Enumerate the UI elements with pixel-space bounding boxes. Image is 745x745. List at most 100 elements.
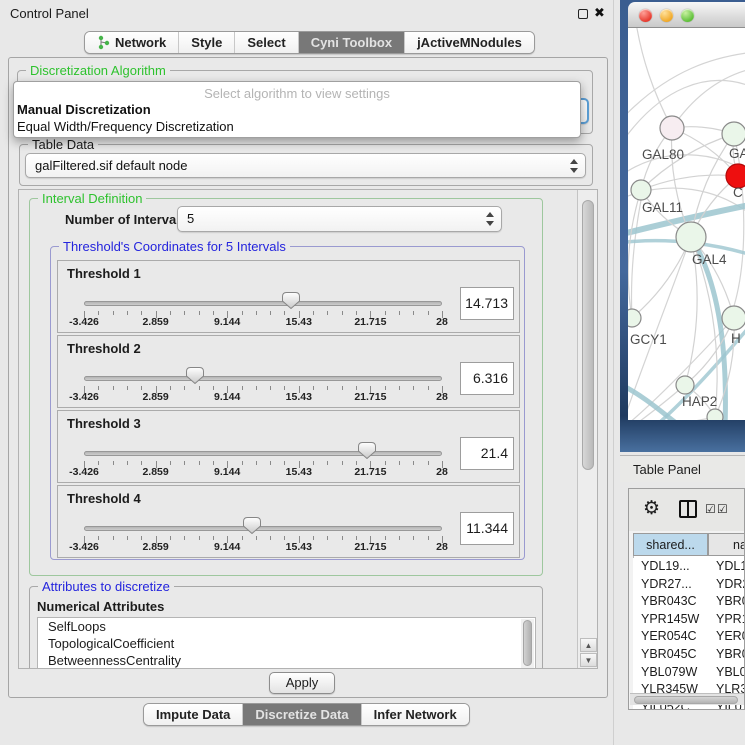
network-node-h-partial[interactable] — [722, 306, 745, 330]
slider-track[interactable] — [84, 301, 442, 306]
slider-tick — [170, 386, 171, 390]
column-header[interactable]: na — [708, 533, 745, 556]
slider-tick-label: 2.859 — [142, 541, 168, 553]
close-traffic-light-icon[interactable] — [639, 9, 652, 22]
scrollbar-thumb[interactable] — [582, 200, 594, 470]
network-edge — [631, 200, 641, 318]
gear-icon[interactable]: ⚙ — [643, 497, 660, 520]
number-of-intervals-combobox[interactable]: 5 — [177, 206, 502, 232]
slider-tick — [413, 311, 414, 315]
slider-tick — [141, 461, 142, 465]
slider-tick-label: 2.859 — [142, 391, 168, 403]
slider-tick — [113, 311, 114, 315]
slider-track[interactable] — [84, 376, 442, 381]
network-node-gcy1[interactable] — [628, 309, 641, 327]
slider-tick — [170, 311, 171, 315]
table-row[interactable]: YER054CYER0 — [633, 628, 745, 646]
zoom-traffic-light-icon[interactable] — [681, 9, 694, 22]
apply-button[interactable]: Apply — [269, 672, 335, 694]
scrollbar-thumb[interactable] — [634, 696, 738, 704]
close-icon[interactable]: ✖ — [594, 5, 605, 21]
threshold-value-field[interactable]: 14.713 — [460, 287, 514, 320]
number-of-intervals-label: Number of Intervals — [65, 212, 187, 227]
tab-select[interactable]: Select — [235, 32, 298, 53]
network-node-bottom-node[interactable] — [707, 409, 723, 420]
slider-tick — [342, 311, 343, 315]
slider-tick — [356, 386, 357, 390]
slider-handle[interactable] — [186, 367, 204, 384]
slider-tick — [256, 311, 257, 315]
slider-handle[interactable] — [358, 442, 376, 459]
tab-cyni-toolbox[interactable]: Cyni Toolbox — [299, 32, 405, 53]
slider-tick — [213, 386, 214, 390]
algorithm-dropdown-popup: Select algorithm to view settings Manual… — [13, 81, 581, 138]
table-hscrollbar[interactable] — [630, 693, 745, 705]
slider-tick — [284, 536, 285, 540]
slider-tick — [385, 311, 386, 315]
tab-label: Network — [115, 35, 166, 50]
table-row[interactable]: YDL19...YDL1 — [633, 558, 745, 576]
numerical-attributes-label: Numerical Attributes — [37, 599, 164, 614]
network-window-titlebar — [628, 2, 745, 28]
checkbox-icon[interactable]: ☑ — [717, 502, 728, 516]
table-row[interactable]: YBR045CYBR0 — [633, 646, 745, 664]
table-panel-titlebar: Table Panel — [620, 455, 745, 482]
scrollbar-thumb[interactable] — [523, 620, 532, 666]
tab-impute-data[interactable]: Impute Data — [144, 704, 243, 725]
slider-handle[interactable] — [243, 517, 261, 534]
threshold-value-field[interactable]: 11.344 — [460, 512, 514, 545]
algorithm-option[interactable]: Manual Discretization — [14, 101, 580, 118]
slider-track[interactable] — [84, 526, 442, 531]
table-row[interactable]: YDR27...YDR2 — [633, 576, 745, 594]
slider-tick — [199, 311, 200, 315]
tab-label: Infer Network — [374, 707, 457, 722]
checkbox-icon[interactable]: ☑ — [705, 502, 716, 516]
attribute-item[interactable]: SelfLoops — [38, 618, 535, 635]
threshold-value-field[interactable]: 21.4 — [460, 437, 514, 470]
network-node-hap2[interactable] — [676, 376, 694, 394]
scroll-up-icon[interactable]: ▲ — [580, 638, 597, 652]
table-row[interactable]: YPR145WYPR1 — [633, 611, 745, 629]
tab-label: Cyni Toolbox — [311, 35, 392, 50]
network-node-gal80[interactable] — [660, 116, 684, 140]
network-edge — [636, 28, 672, 128]
tab-infer-network[interactable]: Infer Network — [362, 704, 469, 725]
attribute-item[interactable]: TopologicalCoefficient — [38, 635, 535, 652]
slider-tick — [327, 461, 328, 465]
table-row[interactable]: YBL079WYBL0 — [633, 664, 745, 682]
scroll-down-icon[interactable]: ▼ — [580, 653, 597, 667]
slider-handle[interactable] — [282, 292, 300, 309]
tab-jactivemnodules[interactable]: jActiveMNodules — [405, 32, 534, 53]
table-row[interactable]: YBR043CYBR0 — [633, 593, 745, 611]
network-node-ga-partial[interactable] — [722, 122, 745, 146]
network-node-gal4[interactable] — [676, 222, 706, 252]
tab-style[interactable]: Style — [179, 32, 235, 53]
network-node-gal11[interactable] — [631, 180, 651, 200]
tab-discretize-data[interactable]: Discretize Data — [243, 704, 361, 725]
list-scrollbar[interactable] — [521, 619, 534, 668]
float-window-icon[interactable] — [578, 9, 588, 19]
attribute-item[interactable]: BetweennessCentrality — [38, 652, 535, 669]
slider-tick — [413, 536, 414, 540]
column-header[interactable]: shared... — [633, 533, 708, 556]
slider-track[interactable] — [84, 451, 442, 456]
cell-shared-name: YER054C — [641, 629, 707, 643]
minimize-traffic-light-icon[interactable] — [660, 9, 673, 22]
algorithm-option[interactable]: Equal Width/Frequency Discretization — [14, 118, 580, 135]
panel-scrollbar[interactable]: ▲ ▼ — [577, 190, 598, 668]
app-root: Control Panel ✖ NetworkStyleSelectCyni T… — [0, 0, 745, 745]
slider-tick-label: 21.715 — [354, 466, 386, 478]
cell-shared-name: YBL079W — [641, 665, 707, 679]
tab-network[interactable]: Network — [85, 32, 179, 53]
slider-tick — [98, 386, 99, 390]
slider-tick-label: -3.426 — [69, 541, 99, 553]
split-view-icon[interactable] — [679, 500, 697, 518]
cell-name: YPR1 — [716, 612, 745, 626]
threshold-value-field[interactable]: 6.316 — [460, 362, 514, 395]
node-label-h-partial: H — [731, 331, 741, 346]
table-data-combobox[interactable]: galFiltered.sif default node — [25, 153, 586, 178]
threshold-label: Threshold 4 — [67, 491, 141, 506]
table-panel: ⚙ ☑ ☑ shared...na YDL19...YDL1YDR27...YDR… — [628, 488, 745, 710]
network-canvas[interactable]: GAL80GACGAL11GAL4GCY1HHAP2 — [628, 28, 745, 420]
slider-tick — [199, 386, 200, 390]
